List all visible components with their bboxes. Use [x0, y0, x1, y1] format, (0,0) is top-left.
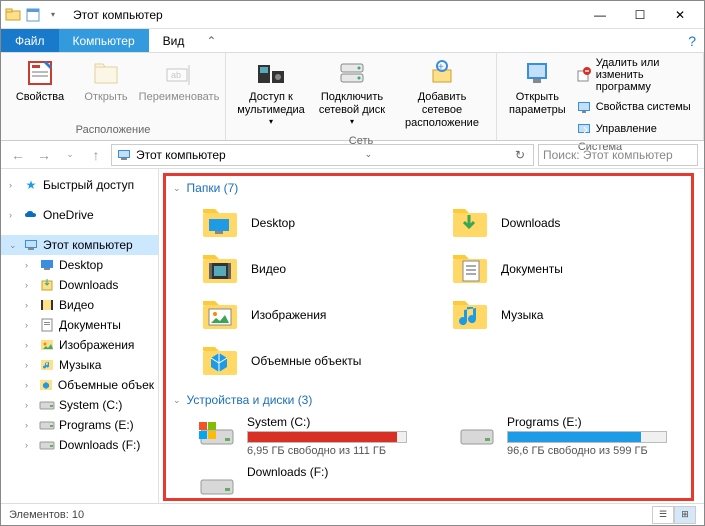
desktop-folder-icon: [199, 205, 241, 241]
video-folder-icon: [199, 251, 241, 287]
drive-icon: [457, 415, 497, 451]
sidebar-item[interactable]: ›Документы: [1, 315, 158, 335]
drive-item[interactable]: Programs (E:)96,6 ГБ свободно из 599 ГБ: [457, 415, 697, 457]
sidebar-this-pc[interactable]: ⌄Этот компьютер: [1, 235, 158, 255]
sidebar-onedrive[interactable]: ›OneDrive: [1, 205, 158, 225]
recent-dropdown[interactable]: ⌄: [59, 144, 81, 166]
open-button: Открыть: [73, 55, 139, 106]
sidebar-item[interactable]: ›Downloads: [1, 275, 158, 295]
sidebar-quick-access[interactable]: ›★Быстрый доступ: [1, 175, 158, 195]
status-bar: Элементов: 10 ☰ ⊞: [1, 503, 704, 525]
close-button[interactable]: ✕: [660, 2, 700, 28]
ribbon: Свойства Открыть ab Переименовать Распол…: [1, 53, 704, 141]
add-network-button[interactable]: + Добавить сетевое расположение: [394, 55, 490, 133]
search-input[interactable]: Поиск: Этот компьютер: [538, 144, 698, 166]
drive-item[interactable]: System (C:)6,95 ГБ свободно из 111 ГБ: [197, 415, 437, 457]
qat-explorer-icon[interactable]: [5, 7, 21, 23]
tab-computer[interactable]: Компьютер: [59, 29, 149, 52]
folder-item[interactable]: Документы: [447, 249, 667, 289]
forward-button[interactable]: →: [33, 144, 55, 166]
tab-view[interactable]: Вид: [149, 29, 199, 52]
drive-icon: [39, 417, 55, 433]
drive-icon: [39, 437, 55, 453]
downloads-icon: [39, 277, 55, 293]
drive-icon: [197, 415, 237, 451]
drive-item[interactable]: Downloads (F:): [197, 465, 437, 501]
up-button[interactable]: ↑: [85, 144, 107, 166]
title-bar: ▾ Этот компьютер — ☐ ✕: [1, 1, 704, 29]
view-tiles-icon[interactable]: ⊞: [674, 506, 696, 524]
drive-icon: [197, 465, 237, 501]
ribbon-collapse-icon[interactable]: ⌃: [198, 29, 224, 52]
svg-text:ab: ab: [171, 70, 181, 80]
music-icon: [39, 357, 55, 373]
minimize-button[interactable]: —: [580, 2, 620, 28]
uninstall-button[interactable]: Удалить или изменить программу: [572, 55, 697, 95]
qat-dropdown-icon[interactable]: ▾: [45, 7, 61, 23]
manage-button[interactable]: Управление: [572, 119, 697, 139]
downloads-folder-icon: [449, 205, 491, 241]
documents-folder-icon: [449, 251, 491, 287]
back-button[interactable]: ←: [7, 144, 29, 166]
3d-icon: [38, 377, 54, 393]
folder-item[interactable]: Desktop: [197, 203, 417, 243]
pictures-folder-icon: [199, 297, 241, 333]
folder-item[interactable]: Объемные объекты: [197, 341, 417, 381]
sidebar-item[interactable]: ›Музыка: [1, 355, 158, 375]
documents-icon: [39, 317, 55, 333]
address-text: Этот компьютер: [136, 148, 226, 162]
address-dropdown-icon[interactable]: ⌄: [361, 149, 377, 160]
map-drive-button[interactable]: Подключить сетевой диск ▾: [310, 55, 394, 129]
content-area[interactable]: ⌄Папки (7) Desktop Downloads Видео Документ…: [159, 169, 704, 503]
sidebar-item[interactable]: ›Programs (E:): [1, 415, 158, 435]
qat-props-icon[interactable]: [25, 7, 41, 23]
ribbon-tabs: Файл Компьютер Вид ⌃ ?: [1, 29, 704, 53]
view-details-icon[interactable]: ☰: [652, 506, 674, 524]
svg-text:+: +: [438, 62, 444, 73]
window-title: Этот компьютер: [73, 8, 163, 22]
pictures-icon: [39, 337, 55, 353]
properties-button[interactable]: Свойства: [7, 55, 73, 106]
address-field[interactable]: Этот компьютер ⌄ ↻: [111, 144, 534, 166]
sidebar-item[interactable]: ›Downloads (F:): [1, 435, 158, 455]
sidebar: ›★Быстрый доступ ›OneDrive ⌄Этот компьют…: [1, 169, 159, 503]
refresh-button[interactable]: ↻: [511, 148, 529, 162]
desktop-icon: [39, 257, 55, 273]
sidebar-item[interactable]: ›Изображения: [1, 335, 158, 355]
tab-file[interactable]: Файл: [1, 29, 59, 52]
sidebar-item[interactable]: ›Desktop: [1, 255, 158, 275]
status-text: Элементов: 10: [9, 509, 84, 521]
folder-item[interactable]: Видео: [197, 249, 417, 289]
rename-button: ab Переименовать: [139, 55, 219, 106]
music-folder-icon: [449, 297, 491, 333]
folder-item[interactable]: Музыка: [447, 295, 667, 335]
sidebar-item[interactable]: ›Объемные объек: [1, 375, 158, 395]
search-placeholder: Поиск: Этот компьютер: [543, 148, 673, 162]
maximize-button[interactable]: ☐: [620, 2, 660, 28]
drive-icon: [39, 397, 55, 413]
folder-item[interactable]: Изображения: [197, 295, 417, 335]
sidebar-item[interactable]: ›System (C:): [1, 395, 158, 415]
open-settings-button[interactable]: Открыть параметры: [503, 55, 572, 119]
help-icon[interactable]: ?: [680, 29, 704, 52]
sidebar-item[interactable]: ›Видео: [1, 295, 158, 315]
ribbon-group-location: Расположение: [7, 122, 219, 138]
video-icon: [39, 297, 55, 313]
address-bar: ← → ⌄ ↑ Этот компьютер ⌄ ↻ Поиск: Этот к…: [1, 141, 704, 169]
group-folders-header[interactable]: ⌄Папки (7): [173, 181, 690, 195]
group-drives-header[interactable]: ⌄Устройства и диски (3): [173, 393, 690, 407]
pc-icon: [116, 147, 132, 163]
system-props-button[interactable]: Свойства системы: [572, 97, 697, 117]
media-access-button[interactable]: Доступ к мультимедиа ▾: [232, 55, 310, 129]
folder-item[interactable]: Downloads: [447, 203, 667, 243]
3d-folder-icon: [199, 343, 241, 379]
